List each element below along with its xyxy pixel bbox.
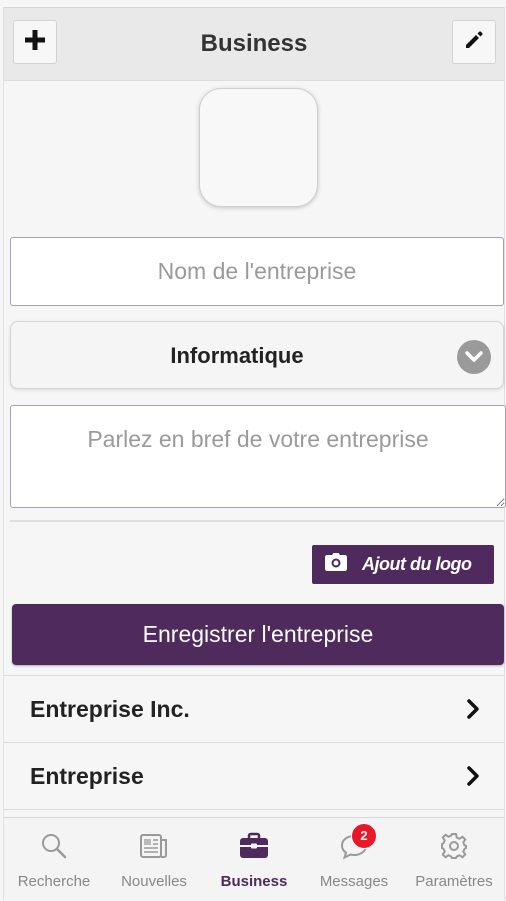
gear-icon — [440, 832, 468, 865]
tab-label: Nouvelles — [121, 873, 187, 890]
tab-bar: Recherche Nouvelles Business Messages 2 — [4, 817, 504, 901]
add-logo-label: Ajout du logo — [362, 554, 472, 574]
description-textarea[interactable] — [10, 405, 506, 508]
tab-recherche[interactable]: Recherche — [4, 818, 104, 901]
list-item-label: Entreprise — [30, 763, 144, 789]
chevron-right-icon — [466, 698, 480, 725]
logo-placeholder[interactable] — [199, 88, 318, 207]
tab-label: Paramètres — [415, 873, 493, 890]
chevron-down-icon — [457, 340, 491, 374]
tab-label: Business — [220, 873, 288, 890]
divider — [10, 520, 504, 522]
page-title: Business — [200, 30, 308, 57]
add-logo-button[interactable]: Ajout du logo — [312, 545, 494, 584]
save-company-button[interactable]: Enregistrer l'entreprise — [12, 604, 504, 665]
tab-nouvelles[interactable]: Nouvelles — [104, 818, 204, 901]
chevron-right-icon — [466, 765, 480, 792]
app-frame: Business Informatique Ajout du logo Enre… — [3, 7, 506, 901]
newspaper-icon — [139, 832, 169, 865]
tab-business[interactable]: Business — [204, 818, 304, 901]
tab-label: Messages — [319, 873, 389, 890]
unread-badge: 2 — [351, 823, 377, 849]
camera-icon — [324, 552, 348, 577]
edit-button[interactable] — [452, 20, 496, 64]
business-list: Entreprise Inc. Entreprise — [4, 675, 504, 810]
category-select[interactable]: Informatique — [10, 321, 504, 389]
list-item[interactable]: Entreprise Inc. — [4, 675, 504, 742]
category-selected-label: Informatique — [170, 343, 304, 368]
search-icon — [40, 832, 68, 865]
briefcase-icon — [239, 832, 269, 865]
tab-label: Recherche — [17, 873, 91, 890]
company-name-input[interactable] — [10, 237, 504, 306]
header-bar: Business — [4, 7, 504, 81]
pencil-icon — [463, 29, 485, 56]
list-item[interactable]: Entreprise — [4, 742, 504, 810]
list-item-label: Entreprise Inc. — [30, 696, 190, 722]
tab-parametres[interactable]: Paramètres — [404, 818, 504, 901]
